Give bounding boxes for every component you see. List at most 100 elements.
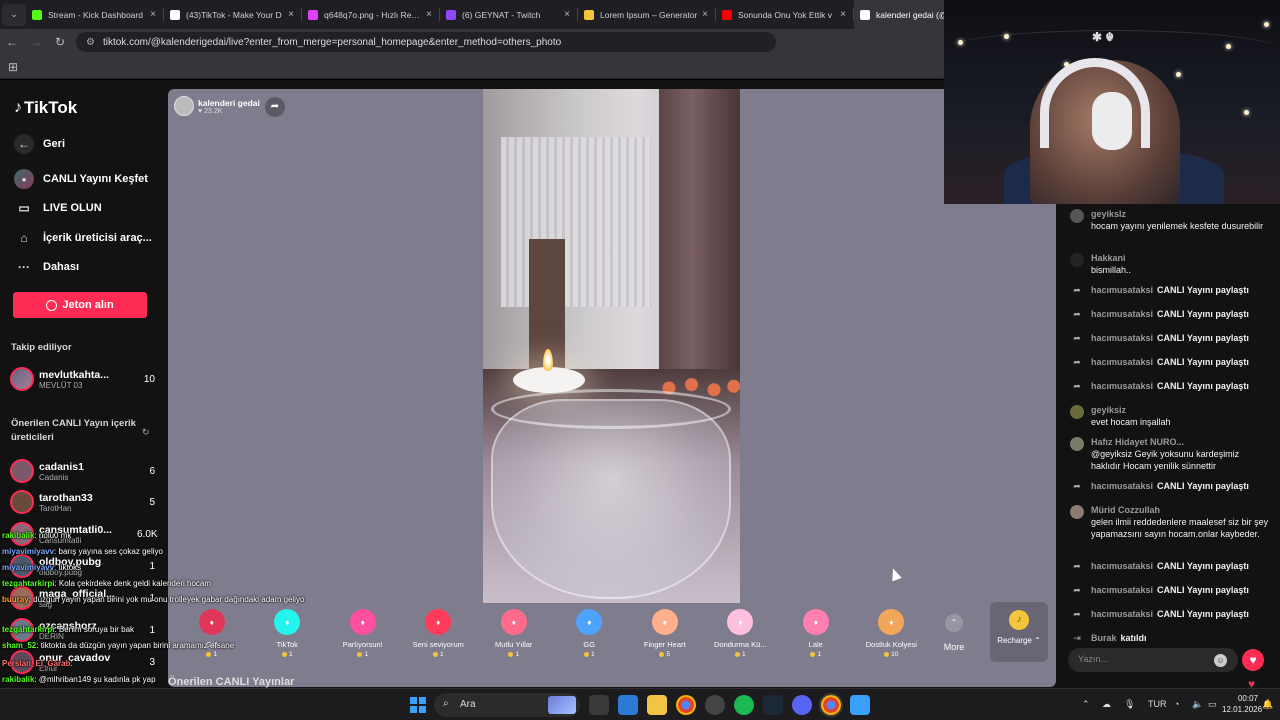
gift-item[interactable]: ♦ Parlıyorsun! 1 — [325, 605, 401, 667]
chat-username[interactable]: Mürid Cozzullah — [1091, 504, 1270, 516]
chat-username[interactable]: Hafız Hidayet NURO... — [1091, 436, 1270, 448]
kick-text: : — [70, 659, 73, 668]
tulip-icon: ♦ — [802, 609, 829, 635]
back-icon[interactable]: ← — [0, 35, 24, 49]
recharge-button[interactable]: ♪ Recharge ⌃ — [990, 602, 1048, 662]
chat-username[interactable]: hacımusataksi — [1091, 356, 1153, 370]
tab-title: (6) GEYNAT - Twitch — [462, 9, 541, 20]
chat-username[interactable]: Burak — [1091, 632, 1117, 646]
avatar[interactable] — [1070, 209, 1084, 223]
tiktok-logo[interactable]: ♪ TikTok — [14, 98, 77, 118]
close-icon[interactable]: × — [424, 9, 434, 20]
microphone-icon[interactable]: 🎙 — [1124, 699, 1135, 710]
more-icon: ··· — [18, 260, 30, 274]
wifi-icon[interactable]: ◔ — [1174, 699, 1179, 709]
browser-tab[interactable]: (6) GEYNAT - Twitch × — [440, 0, 578, 29]
chrome-icon[interactable] — [676, 695, 696, 715]
emoji-icon[interactable]: ☺ — [1214, 654, 1227, 667]
avatar[interactable] — [1070, 505, 1084, 519]
spotify-icon[interactable] — [734, 695, 754, 715]
close-icon[interactable]: × — [700, 9, 710, 20]
forward-icon[interactable]: → — [24, 35, 48, 49]
gift-item[interactable]: ♦ Mutlu Yıllar 1 — [476, 605, 552, 667]
chat-username[interactable]: Hakkani — [1091, 252, 1270, 264]
reload-icon[interactable]: ↻ — [48, 35, 72, 49]
light-bulb — [1244, 110, 1249, 115]
close-icon[interactable]: × — [562, 9, 572, 20]
task-view-icon[interactable] — [589, 695, 609, 715]
close-icon[interactable]: × — [286, 9, 296, 20]
onedrive-icon[interactable]: ☁ — [1102, 699, 1111, 710]
host-info[interactable]: kalenderi gedai ♥ 23.2K — [174, 95, 260, 117]
chat-username[interactable]: hacımusataksi — [1091, 332, 1153, 346]
gift-item[interactable]: ♦ GG 1 — [552, 605, 628, 667]
chat-username[interactable]: hacımusataksi — [1091, 480, 1153, 494]
chevron-up-icon[interactable]: ⌃ — [1082, 699, 1090, 710]
taskbar-search[interactable]: ⌕ Ara — [434, 693, 580, 717]
avatar[interactable] — [1070, 437, 1084, 451]
wall-decal: ✱ ☬ — [1092, 30, 1114, 44]
nav-explore-live[interactable]: ● CANLI Yayını Keşfet — [14, 169, 148, 189]
chat-username[interactable]: hacımusataksi — [1091, 308, 1153, 322]
language-indicator[interactable]: TUR — [1148, 699, 1167, 709]
close-icon[interactable]: × — [838, 9, 848, 20]
chat-username[interactable]: geyiksiz — [1091, 404, 1270, 416]
browser-tab[interactable]: Lorem Ipsum – Generator × — [578, 0, 716, 29]
steam-icon[interactable] — [763, 695, 783, 715]
nav-go-live[interactable]: ▭ LIVE OLUN — [14, 198, 101, 218]
nav-creator-tools[interactable]: ⌂ İçerik üreticisi araç... — [14, 228, 151, 248]
share-icon[interactable]: ➦ — [265, 97, 285, 117]
share-icon: ➦ — [1073, 333, 1081, 343]
browser-tab[interactable]: q648q7o.png - Hızlı Resim × — [302, 0, 440, 29]
avatar[interactable] — [1070, 253, 1084, 267]
chat-username[interactable]: hacımusataksi — [1091, 584, 1153, 598]
gift-item[interactable]: ♦ Dondurma Kü... 1 — [703, 605, 779, 667]
chat-text: gelen ilmii reddedenlere maalesef siz bi… — [1091, 517, 1269, 539]
windows-start-icon[interactable] — [410, 697, 426, 713]
gift-item[interactable]: ♦ Dostluk Kolyesi 10 — [854, 605, 930, 667]
gift-item[interactable]: ♦ Seni seviyorum 1 — [401, 605, 477, 667]
gift-item[interactable]: ♦ Lale 1 — [778, 605, 854, 667]
volume-icon[interactable]: 🔈 — [1192, 699, 1203, 710]
share-icon: ➦ — [1073, 381, 1081, 391]
url-bar[interactable]: ⚙ tiktok.com/@kalenderigedai/live?enter_… — [76, 32, 776, 52]
like-button[interactable]: ♥ — [1242, 649, 1264, 671]
chat-username[interactable]: hacımusataksi — [1091, 284, 1153, 298]
avatar[interactable] — [1070, 405, 1084, 419]
get-coins-label: Jeton alın — [62, 299, 114, 311]
obs-icon[interactable] — [705, 695, 725, 715]
host-avatar[interactable] — [174, 96, 194, 116]
nav-more[interactable]: ··· Dahası — [14, 257, 79, 277]
get-coins-button[interactable]: Jeton alın — [13, 292, 147, 318]
apps-grid-icon[interactable]: ⊞ — [8, 60, 18, 74]
tab-search-button[interactable]: ⌄ — [2, 3, 26, 26]
video-bowl-rim — [491, 389, 731, 429]
close-icon[interactable]: × — [148, 9, 158, 20]
kick-username: rakibalik — [2, 675, 35, 684]
chat-username[interactable]: hacımusataksi — [1091, 560, 1153, 574]
chat-username[interactable]: geyikslz — [1091, 208, 1270, 220]
chat-username[interactable]: hacımusataksi — [1091, 608, 1153, 622]
chat-input[interactable]: Yazın... — [1068, 648, 1238, 672]
battery-icon[interactable]: ▭ — [1208, 699, 1217, 710]
notepad-icon[interactable] — [850, 695, 870, 715]
site-info-icon[interactable]: ⚙ — [86, 37, 95, 48]
chrome-active-icon[interactable] — [821, 695, 841, 715]
nav-back[interactable]: ← Geri — [14, 134, 65, 154]
recommended-user[interactable]: tarothan33 TarotHan 5 — [10, 488, 155, 516]
file-explorer-icon[interactable] — [647, 695, 667, 715]
refresh-icon[interactable]: ↻ — [142, 427, 150, 438]
store-icon[interactable] — [618, 695, 638, 715]
gift-item[interactable]: ♦ Finger Heart 5 — [627, 605, 703, 667]
taskbar-clock[interactable]: 00:07 12.01.2026 — [1222, 693, 1262, 715]
browser-tab[interactable]: Stream - Kick Dashboard × — [26, 0, 164, 29]
discord-icon[interactable] — [792, 695, 812, 715]
more-gifts-button[interactable]: ⌃ More — [937, 614, 971, 652]
notification-icon[interactable]: 🔔 — [1262, 699, 1273, 710]
recommended-user[interactable]: cadanis1 Cadanis 6 — [10, 457, 155, 485]
browser-tab[interactable]: Sonunda Onu Yok Ettik v × — [716, 0, 854, 29]
kick-username: sham_52 — [2, 641, 37, 650]
following-user[interactable]: mevlutkahta... MEVLÜT 03 10 — [10, 365, 155, 393]
chat-username[interactable]: hacımusataksi — [1091, 380, 1153, 394]
browser-tab[interactable]: (43)TikTok - Make Your D × — [164, 0, 302, 29]
